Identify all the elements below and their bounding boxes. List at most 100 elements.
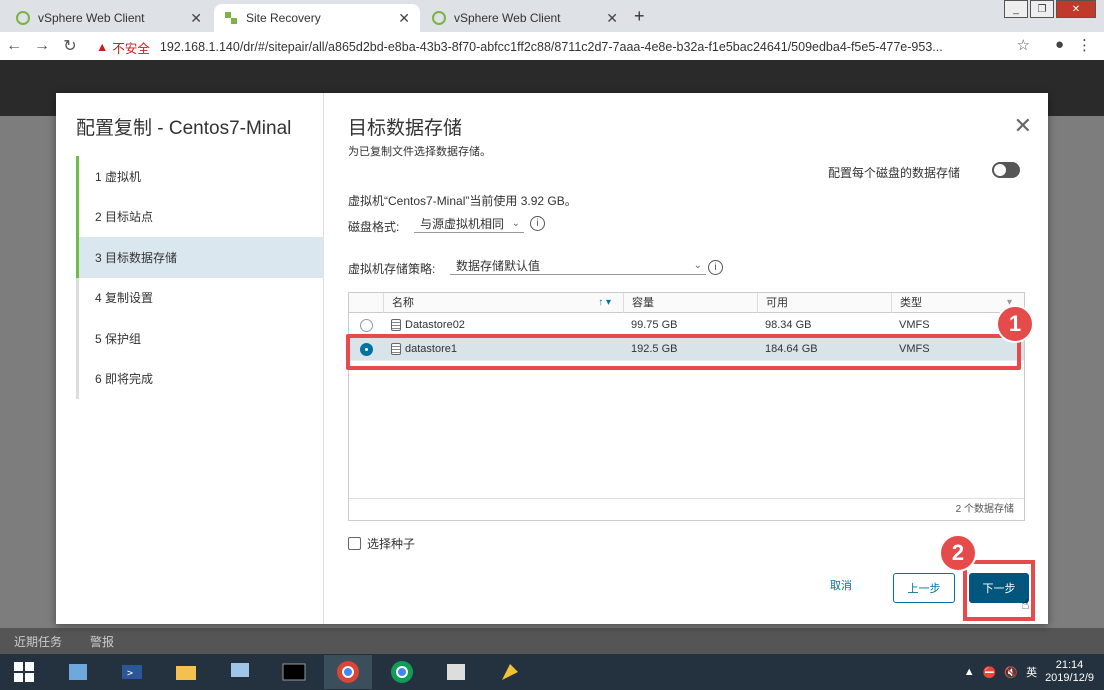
column-label: 类型 — [900, 297, 922, 309]
alarms-tab[interactable]: 警报 — [90, 633, 114, 650]
wizard-content: 目标数据存储 为已复制文件选择数据存储。 ✕ 配置每个磁盘的数据存储 虚拟机“C… — [324, 93, 1048, 624]
column-name[interactable]: 名称 ↑ ▾ — [383, 293, 623, 313]
info-icon[interactable]: i — [530, 216, 545, 231]
url-field[interactable]: ▲ 不安全 192.168.1.140/dr/#/sitepair/all/a8… — [96, 36, 1026, 58]
warning-icon: ▲ — [96, 40, 109, 54]
file-explorer-icon[interactable] — [162, 655, 210, 689]
ime-indicator[interactable]: 英 — [1026, 664, 1037, 680]
step-target-datastore[interactable]: 3 目标数据存储 — [76, 237, 324, 278]
close-tab-icon[interactable]: ✕ — [398, 10, 410, 27]
disk-format-select[interactable]: 与源虚拟机相同 ⌄ — [414, 215, 524, 233]
image-viewer-icon[interactable] — [432, 655, 480, 689]
forward-icon[interactable]: → — [28, 37, 56, 55]
close-tab-icon[interactable]: ✕ — [190, 10, 202, 27]
disk-format-label: 磁盘格式: — [348, 220, 400, 234]
storage-policy-select[interactable]: 数据存储默认值 ⌄ — [450, 257, 706, 275]
hand-cursor-icon: ☝ — [1021, 596, 1030, 612]
cancel-button[interactable]: 取消 — [830, 577, 852, 593]
step-label: 1 虚拟机 — [95, 169, 142, 184]
maximize-icon[interactable]: ❐ — [1030, 0, 1054, 18]
chrome-icon[interactable] — [378, 655, 426, 689]
security-label: 不安全 — [112, 41, 150, 56]
account-icon[interactable]: ● — [1055, 36, 1064, 53]
windows-taskbar: > ▲ ⛔ 🔇 英 21:14 2019/12/9 — [0, 654, 1104, 690]
wizard-sidebar: 配置复制 - Centos7-Minal 1 虚拟机 2 目标站点 3 目标数据… — [56, 93, 324, 624]
select-seed-checkbox[interactable]: 选择种子 — [348, 535, 415, 552]
close-window-icon[interactable]: ✕ — [1056, 0, 1096, 18]
close-tab-icon[interactable]: ✕ — [606, 10, 618, 27]
column-label: 名称 — [392, 297, 414, 309]
grid-header: 名称 ↑ ▾ 容量 可用 类型 ▾ — [349, 293, 1024, 313]
tab-label: vSphere Web Client — [38, 11, 145, 25]
recent-tasks-tab[interactable]: 近期任务 — [14, 633, 62, 650]
configure-replication-dialog: 配置复制 - Centos7-Minal 1 虚拟机 2 目标站点 3 目标数据… — [56, 93, 1048, 624]
network-icon[interactable]: ⛔ — [983, 666, 997, 679]
close-dialog-icon[interactable]: ✕ — [1014, 113, 1032, 139]
command-prompt-icon[interactable] — [270, 655, 318, 689]
step-ready-to-complete[interactable]: 6 即将完成 — [76, 358, 324, 399]
tray-expand-icon[interactable]: ▲ — [964, 666, 975, 678]
tab-vsphere-2[interactable]: vSphere Web Client ✕ — [422, 4, 628, 32]
step-replication-settings[interactable]: 4 复制设置 — [76, 277, 324, 318]
per-disk-toggle[interactable] — [992, 162, 1020, 178]
app-icon[interactable] — [486, 655, 534, 689]
step-target-site[interactable]: 2 目标站点 — [76, 196, 324, 237]
step-label: 3 目标数据存储 — [95, 250, 178, 265]
step-label: 5 保护组 — [95, 331, 142, 346]
wizard-steps: 1 虚拟机 2 目标站点 3 目标数据存储 4 复制设置 5 保护组 6 即将完… — [76, 156, 324, 399]
remote-desktop-icon[interactable] — [216, 655, 264, 689]
grid-footer-count: 2 个数据存储 — [349, 498, 1024, 520]
address-bar: ← → ↻ ▲ 不安全 192.168.1.140/dr/#/sitepair/… — [0, 32, 1104, 60]
tab-label: vSphere Web Client — [454, 11, 561, 25]
new-tab-icon[interactable]: + — [634, 6, 645, 27]
annotation-badge-1: 1 — [996, 305, 1034, 343]
chevron-down-icon: ⌄ — [511, 218, 520, 229]
column-capacity[interactable]: 容量 — [623, 293, 757, 313]
disk-format-value: 与源虚拟机相同 — [420, 217, 505, 231]
step-label: 2 目标站点 — [95, 210, 154, 225]
clock-time: 21:14 — [1055, 659, 1084, 671]
column-label: 可用 — [766, 297, 788, 309]
back-icon[interactable]: ← — [0, 37, 28, 55]
clock-date: 2019/12/9 — [1045, 672, 1094, 684]
usage-text: 虚拟机“Centos7-Minal”当前使用 3.92 GB。 — [348, 194, 577, 208]
annotation-highlight-row — [346, 334, 1021, 370]
per-disk-label: 配置每个磁盘的数据存储 — [827, 166, 960, 180]
bookmark-star-icon[interactable]: ☆ — [1017, 36, 1030, 54]
volume-icon[interactable]: 🔇 — [1004, 666, 1018, 679]
step-label: 4 复制设置 — [95, 291, 154, 306]
tab-site-recovery[interactable]: Site Recovery ✕ — [214, 4, 420, 32]
system-tray: ▲ ⛔ 🔇 英 21:14 2019/12/9 — [964, 654, 1094, 690]
page-subtitle: 为已复制文件选择数据存储。 — [348, 146, 491, 158]
datastore-name: Datastore02 — [405, 319, 465, 331]
reload-icon[interactable]: ↻ — [56, 36, 84, 56]
step-label: 6 即将完成 — [95, 372, 154, 387]
server-manager-icon[interactable] — [54, 655, 102, 689]
step-vm[interactable]: 1 虚拟机 — [76, 156, 324, 197]
chrome-icon[interactable] — [324, 655, 372, 689]
menu-icon[interactable]: ⋮ — [1077, 36, 1092, 54]
tab-vsphere-1[interactable]: vSphere Web Client ✕ — [6, 4, 212, 32]
back-button[interactable]: 上一步 — [893, 573, 955, 603]
tab-label: Site Recovery — [246, 11, 321, 25]
windows-start-icon[interactable] — [0, 655, 48, 689]
minimize-icon[interactable]: _ — [1004, 0, 1028, 18]
next-button[interactable]: 下一步 — [969, 573, 1029, 603]
storage-policy-value: 数据存储默认值 — [456, 259, 541, 273]
info-icon[interactable]: i — [708, 260, 723, 275]
sort-filter-icon[interactable]: ↑ ▾ — [598, 293, 611, 313]
step-protection-group[interactable]: 5 保护组 — [76, 318, 324, 359]
vsphere-tab-icon — [16, 11, 30, 25]
annotation-badge-2: 2 — [939, 534, 977, 572]
clock[interactable]: 21:14 2019/12/9 — [1045, 659, 1094, 685]
browser-tab-bar: vSphere Web Client ✕ Site Recovery ✕ vSp… — [0, 0, 1104, 32]
url-text: 192.168.1.140/dr/#/sitepair/all/a865d2bd… — [159, 40, 943, 54]
storage-policy-label: 虚拟机存储策略: — [348, 262, 436, 276]
powershell-icon[interactable]: > — [108, 655, 156, 689]
dialog-title: 配置复制 - Centos7-Minal — [76, 118, 292, 139]
checkbox-icon[interactable] — [348, 537, 361, 550]
seed-label: 选择种子 — [367, 537, 416, 551]
row-radio[interactable] — [360, 319, 373, 332]
site-recovery-tab-icon — [224, 11, 238, 25]
column-free[interactable]: 可用 — [757, 293, 891, 313]
